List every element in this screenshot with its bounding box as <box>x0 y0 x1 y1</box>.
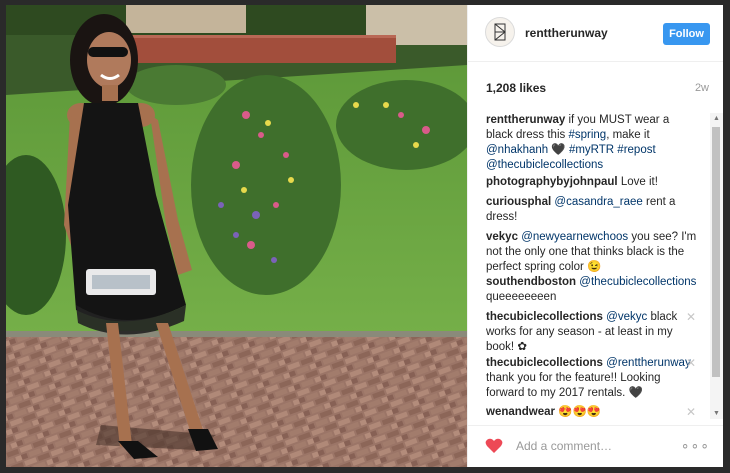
scroll-up-icon[interactable]: ▲ <box>710 115 723 122</box>
post-caption: renttherunway if you MUST wear a black d… <box>486 114 670 171</box>
add-comment-input[interactable]: Add a comment… <box>516 439 612 453</box>
comments-scrollbar[interactable]: ▲ ▼ <box>710 113 723 419</box>
follow-button[interactable]: Follow <box>663 23 710 45</box>
list-item: thecubiclecollections @renttherunway tha… <box>486 357 691 399</box>
comment-bar: Add a comment… ∘∘∘ <box>468 425 723 467</box>
delete-comment-icon[interactable]: ✕ <box>686 310 696 324</box>
list-item: curiousphal @casandra_raee rent a dress! <box>486 196 676 223</box>
comments-list[interactable]: renttherunway if you MUST wear a black d… <box>468 103 723 423</box>
post-photo[interactable] <box>6 5 467 467</box>
list-item: wenandwear 😍😍😍 <box>486 406 602 418</box>
list-item: photographybyjohnpaul Love it! <box>486 176 658 188</box>
renttherunway-logo-icon <box>494 23 506 41</box>
list-item: southendboston @thecubiclecollections qu… <box>486 276 697 303</box>
scroll-down-icon[interactable]: ▼ <box>710 410 723 417</box>
more-options-icon[interactable]: ∘∘∘ <box>681 437 710 454</box>
list-item: thecubiclecollections @vekyc black works… <box>486 311 678 353</box>
post-side-panel: renttherunway Follow 1,208 likes 2w rent… <box>467 5 723 467</box>
post-header: renttherunway Follow <box>468 5 723 62</box>
post-modal: renttherunway Follow 1,208 likes 2w rent… <box>6 5 723 467</box>
heart-icon[interactable] <box>485 438 503 454</box>
likes-count[interactable]: 1,208 likes <box>486 81 546 95</box>
scrollbar-thumb[interactable] <box>712 127 720 377</box>
post-username[interactable]: renttherunway <box>525 26 608 40</box>
garden-photo-image <box>6 5 467 467</box>
list-item: vekyc @newyearnewchoos you see? I'm not … <box>486 231 697 273</box>
avatar[interactable] <box>485 17 515 47</box>
delete-comment-icon[interactable]: ✕ <box>686 405 696 419</box>
post-age[interactable]: 2w <box>695 82 709 94</box>
delete-comment-icon[interactable]: ✕ <box>686 356 696 370</box>
